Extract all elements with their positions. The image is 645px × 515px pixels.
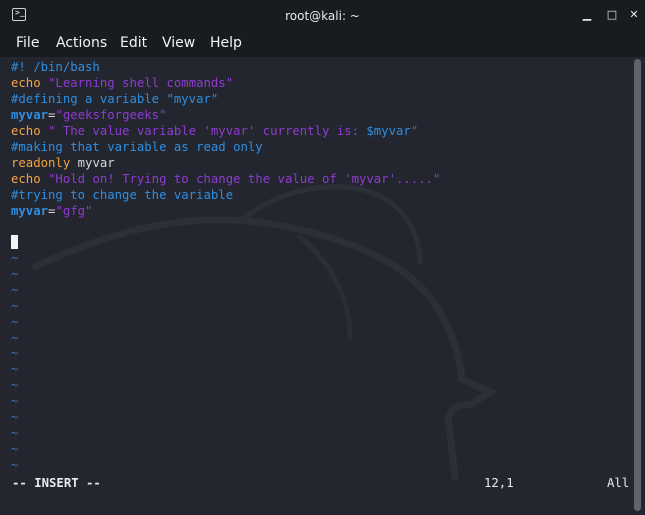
code-line[interactable]: #defining a variable "myvar" [11,91,440,107]
scroll-position: All [607,476,628,490]
code-line[interactable]: myvar="gfg" [11,203,440,219]
code-line[interactable]: echo " The value variable 'myvar' curren… [11,123,440,139]
title-bar: >_ root@kali: ~ ▁ □ ✕ [0,0,645,32]
code-token: myvar [11,204,49,218]
tilde-line: ~ [11,251,19,265]
window-title: root@kali: ~ [285,9,360,23]
scrollbar-thumb[interactable] [634,59,641,511]
tilde-line: ~ [11,441,19,456]
code-line[interactable]: echo "Hold on! Trying to change the valu… [11,171,440,187]
code-token: "geeksforgeeks" [55,108,167,122]
vim-editor[interactable]: #! /bin/bash echo "Learning shell command… [0,57,628,515]
tilde-line: ~ [11,266,19,281]
code-token: #making that variable as read only [11,140,263,154]
tilde-line: ~ [11,425,19,440]
code-line[interactable]: #making that variable as read only [11,139,440,155]
code-token: myvar [70,156,115,170]
menu-file[interactable]: File [16,35,39,51]
tilde-line: ~ [11,410,19,425]
code-token: "Hold on! Trying to change the value of … [48,172,441,186]
menu-actions[interactable]: Actions [56,35,107,51]
tilde-line: ~ [11,378,19,393]
terminal-window: >_ root@kali: ~ ▁ □ ✕ File Actions Edit … [0,0,645,515]
code-token: $myvar [366,124,411,138]
code-token: echo [11,76,49,90]
tilde-line: ~ [11,457,19,472]
cursor-position: 12,1 [484,476,514,490]
code-content: #! /bin/bash echo "Learning shell command… [11,59,440,251]
code-token: "Learning shell commands" [48,76,234,90]
maximize-button[interactable]: □ [606,8,618,22]
code-token: #trying to change the variable [11,188,234,202]
tilde-line: ~ [11,282,19,297]
empty-line-markers: ~ ~ ~ ~ ~ ~ ~ ~ ~ ~ ~ ~ ~ ~ [11,251,18,474]
menu-bar: File Actions Edit View Help [0,32,645,57]
code-token: " The value variable 'myvar' currently i… [48,124,367,138]
code-token: echo [11,124,49,138]
code-token: #defining a variable "myvar" [11,92,219,106]
tilde-line: ~ [11,314,19,329]
code-token: echo [11,172,49,186]
menu-view[interactable]: View [162,35,195,51]
text-cursor [11,235,18,249]
minimize-button[interactable]: ▁ [581,8,593,22]
code-line[interactable]: myvar="geeksforgeeks" [11,107,440,123]
menu-help[interactable]: Help [210,35,242,51]
tilde-line: ~ [11,362,19,377]
vertical-scrollbar[interactable] [631,57,645,515]
code-token: "gfg" [55,204,93,218]
code-token: #! /bin/bash [11,60,100,74]
tilde-line: ~ [11,346,19,361]
tilde-line: ~ [11,394,19,409]
insert-mode-indicator: -- INSERT -- [12,476,101,490]
status-line: -- INSERT -- 12,1 All [12,476,628,492]
code-line[interactable] [11,235,440,251]
code-line[interactable] [11,219,440,235]
tilde-line: ~ [11,330,19,345]
code-token: readonly [11,156,71,170]
tilde-line: ~ [11,298,19,313]
code-line[interactable]: readonly myvar [11,155,440,171]
code-token: myvar [11,108,49,122]
code-line[interactable]: #! /bin/bash [11,59,440,75]
code-token: " [410,124,419,138]
code-line[interactable]: echo "Learning shell commands" [11,75,440,91]
code-line[interactable]: #trying to change the variable [11,187,440,203]
close-button[interactable]: ✕ [628,8,640,22]
menu-edit[interactable]: Edit [120,35,147,51]
